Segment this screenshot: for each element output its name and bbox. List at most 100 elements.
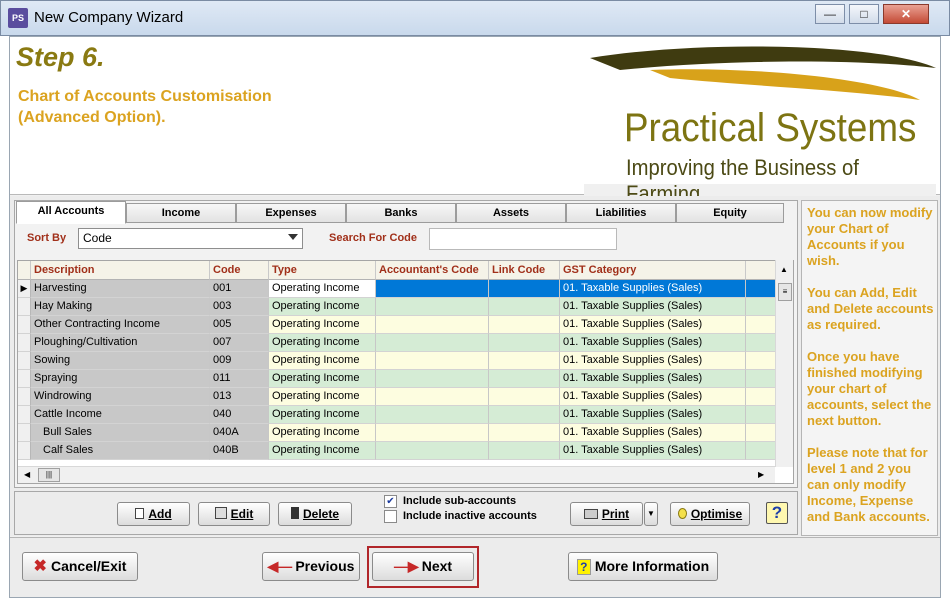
row-indicator[interactable] [18, 298, 31, 316]
cell-acc-code[interactable] [376, 298, 489, 316]
tab-expenses[interactable]: Expenses [236, 203, 346, 223]
scroll-left-icon[interactable]: ◀ [24, 470, 30, 479]
cell-gst[interactable]: 01. Taxable Supplies (Sales) [560, 298, 746, 316]
cell-description[interactable]: Windrowing [31, 388, 210, 406]
cell-type[interactable]: Operating Income [269, 406, 376, 424]
cell-acc-code[interactable] [376, 442, 489, 460]
tab-banks[interactable]: Banks [346, 203, 456, 223]
tab-assets[interactable]: Assets [456, 203, 566, 223]
row-indicator[interactable] [18, 442, 31, 460]
cell-code[interactable]: 007 [210, 334, 269, 352]
cell-acc-code[interactable] [376, 406, 489, 424]
include-sub-accounts-checkbox[interactable]: ✔ [384, 495, 397, 508]
cell-code[interactable]: 005 [210, 316, 269, 334]
print-dropdown-button[interactable]: ▼ [644, 502, 658, 526]
cell-acc-code[interactable] [376, 316, 489, 334]
row-indicator[interactable] [18, 406, 31, 424]
cell-link-code[interactable] [489, 406, 560, 424]
col-header-description[interactable]: Description [31, 261, 210, 280]
col-header-accountant-code[interactable]: Accountant's Code [376, 261, 489, 280]
cell-description[interactable]: Cattle Income [31, 406, 210, 424]
cell-type[interactable]: Operating Income [269, 298, 376, 316]
cell-description[interactable]: Calf Sales [31, 442, 210, 460]
grid-horizontal-scrollbar[interactable]: ◀ ||| ▶ [18, 466, 775, 483]
tab-equity[interactable]: Equity [676, 203, 784, 223]
cell-gst[interactable]: 01. Taxable Supplies (Sales) [560, 370, 746, 388]
cell-gst[interactable]: 01. Taxable Supplies (Sales) [560, 442, 746, 460]
cell-type[interactable]: Operating Income [269, 370, 376, 388]
scroll-up-icon[interactable]: ▲ [780, 265, 788, 274]
cell-gst[interactable]: 01. Taxable Supplies (Sales) [560, 280, 746, 298]
col-header-type[interactable]: Type [269, 261, 376, 280]
cell-link-code[interactable] [489, 352, 560, 370]
optimise-button[interactable]: Optimise [670, 502, 750, 526]
cell-link-code[interactable] [489, 442, 560, 460]
cell-code[interactable]: 001 [210, 280, 269, 298]
row-indicator[interactable] [18, 352, 31, 370]
grid-vertical-scrollbar[interactable]: ▲ ≡ [775, 260, 793, 467]
cell-acc-code[interactable] [376, 280, 489, 298]
tab-liabilities[interactable]: Liabilities [566, 203, 676, 223]
row-indicator[interactable] [18, 334, 31, 352]
cell-code[interactable]: 040 [210, 406, 269, 424]
row-indicator[interactable]: ▶ [18, 280, 31, 298]
previous-button[interactable]: ◀— Previous [262, 552, 360, 581]
cell-gst[interactable]: 01. Taxable Supplies (Sales) [560, 352, 746, 370]
col-header-gst-category[interactable]: GST Category [560, 261, 746, 280]
print-button[interactable]: Print [570, 502, 643, 526]
cell-code[interactable]: 040B [210, 442, 269, 460]
cell-link-code[interactable] [489, 334, 560, 352]
cell-description[interactable]: Other Contracting Income [31, 316, 210, 334]
tab-all-accounts[interactable]: All Accounts [16, 201, 126, 224]
scroll-thumb[interactable]: ≡ [778, 283, 792, 301]
cell-acc-code[interactable] [376, 352, 489, 370]
cell-type[interactable]: Operating Income [269, 388, 376, 406]
maximize-button[interactable]: □ [849, 4, 879, 24]
cell-link-code[interactable] [489, 424, 560, 442]
cell-acc-code[interactable] [376, 334, 489, 352]
cell-description[interactable]: Hay Making [31, 298, 210, 316]
sort-by-select[interactable]: Code [78, 228, 303, 249]
col-header-link-code[interactable]: Link Code [489, 261, 560, 280]
next-button[interactable]: —▶ Next [372, 552, 474, 581]
cell-link-code[interactable] [489, 280, 560, 298]
cell-link-code[interactable] [489, 316, 560, 334]
row-indicator[interactable] [18, 388, 31, 406]
scroll-right-icon[interactable]: ▶ [758, 470, 764, 479]
scroll-h-thumb[interactable]: ||| [38, 468, 60, 482]
cell-link-code[interactable] [489, 388, 560, 406]
cell-code[interactable]: 040A [210, 424, 269, 442]
cell-type[interactable]: Operating Income [269, 316, 376, 334]
cell-type[interactable]: Operating Income [269, 424, 376, 442]
cell-code[interactable]: 009 [210, 352, 269, 370]
cell-description[interactable]: Harvesting [31, 280, 210, 298]
cell-gst[interactable]: 01. Taxable Supplies (Sales) [560, 424, 746, 442]
delete-button[interactable]: Delete [278, 502, 352, 526]
edit-button[interactable]: Edit [198, 502, 270, 526]
cell-acc-code[interactable] [376, 388, 489, 406]
add-button[interactable]: Add [117, 502, 190, 526]
cancel-exit-button[interactable]: ✖ Cancel/Exit [22, 552, 138, 581]
cell-type[interactable]: Operating Income [269, 280, 376, 298]
cell-type[interactable]: Operating Income [269, 352, 376, 370]
row-indicator[interactable] [18, 316, 31, 334]
cell-type[interactable]: Operating Income [269, 442, 376, 460]
search-code-input[interactable] [429, 228, 617, 250]
cell-link-code[interactable] [489, 370, 560, 388]
minimize-button[interactable]: — [815, 4, 845, 24]
help-icon[interactable]: ? [766, 502, 788, 524]
cell-gst[interactable]: 01. Taxable Supplies (Sales) [560, 334, 746, 352]
cell-description[interactable]: Bull Sales [31, 424, 210, 442]
include-inactive-accounts-checkbox[interactable] [384, 510, 397, 523]
cell-code[interactable]: 011 [210, 370, 269, 388]
cell-gst[interactable]: 01. Taxable Supplies (Sales) [560, 406, 746, 424]
row-indicator[interactable] [18, 370, 31, 388]
col-header-code[interactable]: Code [210, 261, 269, 280]
row-indicator[interactable] [18, 424, 31, 442]
close-button[interactable]: ✕ [883, 4, 929, 24]
cell-acc-code[interactable] [376, 424, 489, 442]
cell-type[interactable]: Operating Income [269, 334, 376, 352]
more-information-button[interactable]: ? More Information [568, 552, 718, 581]
cell-acc-code[interactable] [376, 370, 489, 388]
cell-gst[interactable]: 01. Taxable Supplies (Sales) [560, 388, 746, 406]
